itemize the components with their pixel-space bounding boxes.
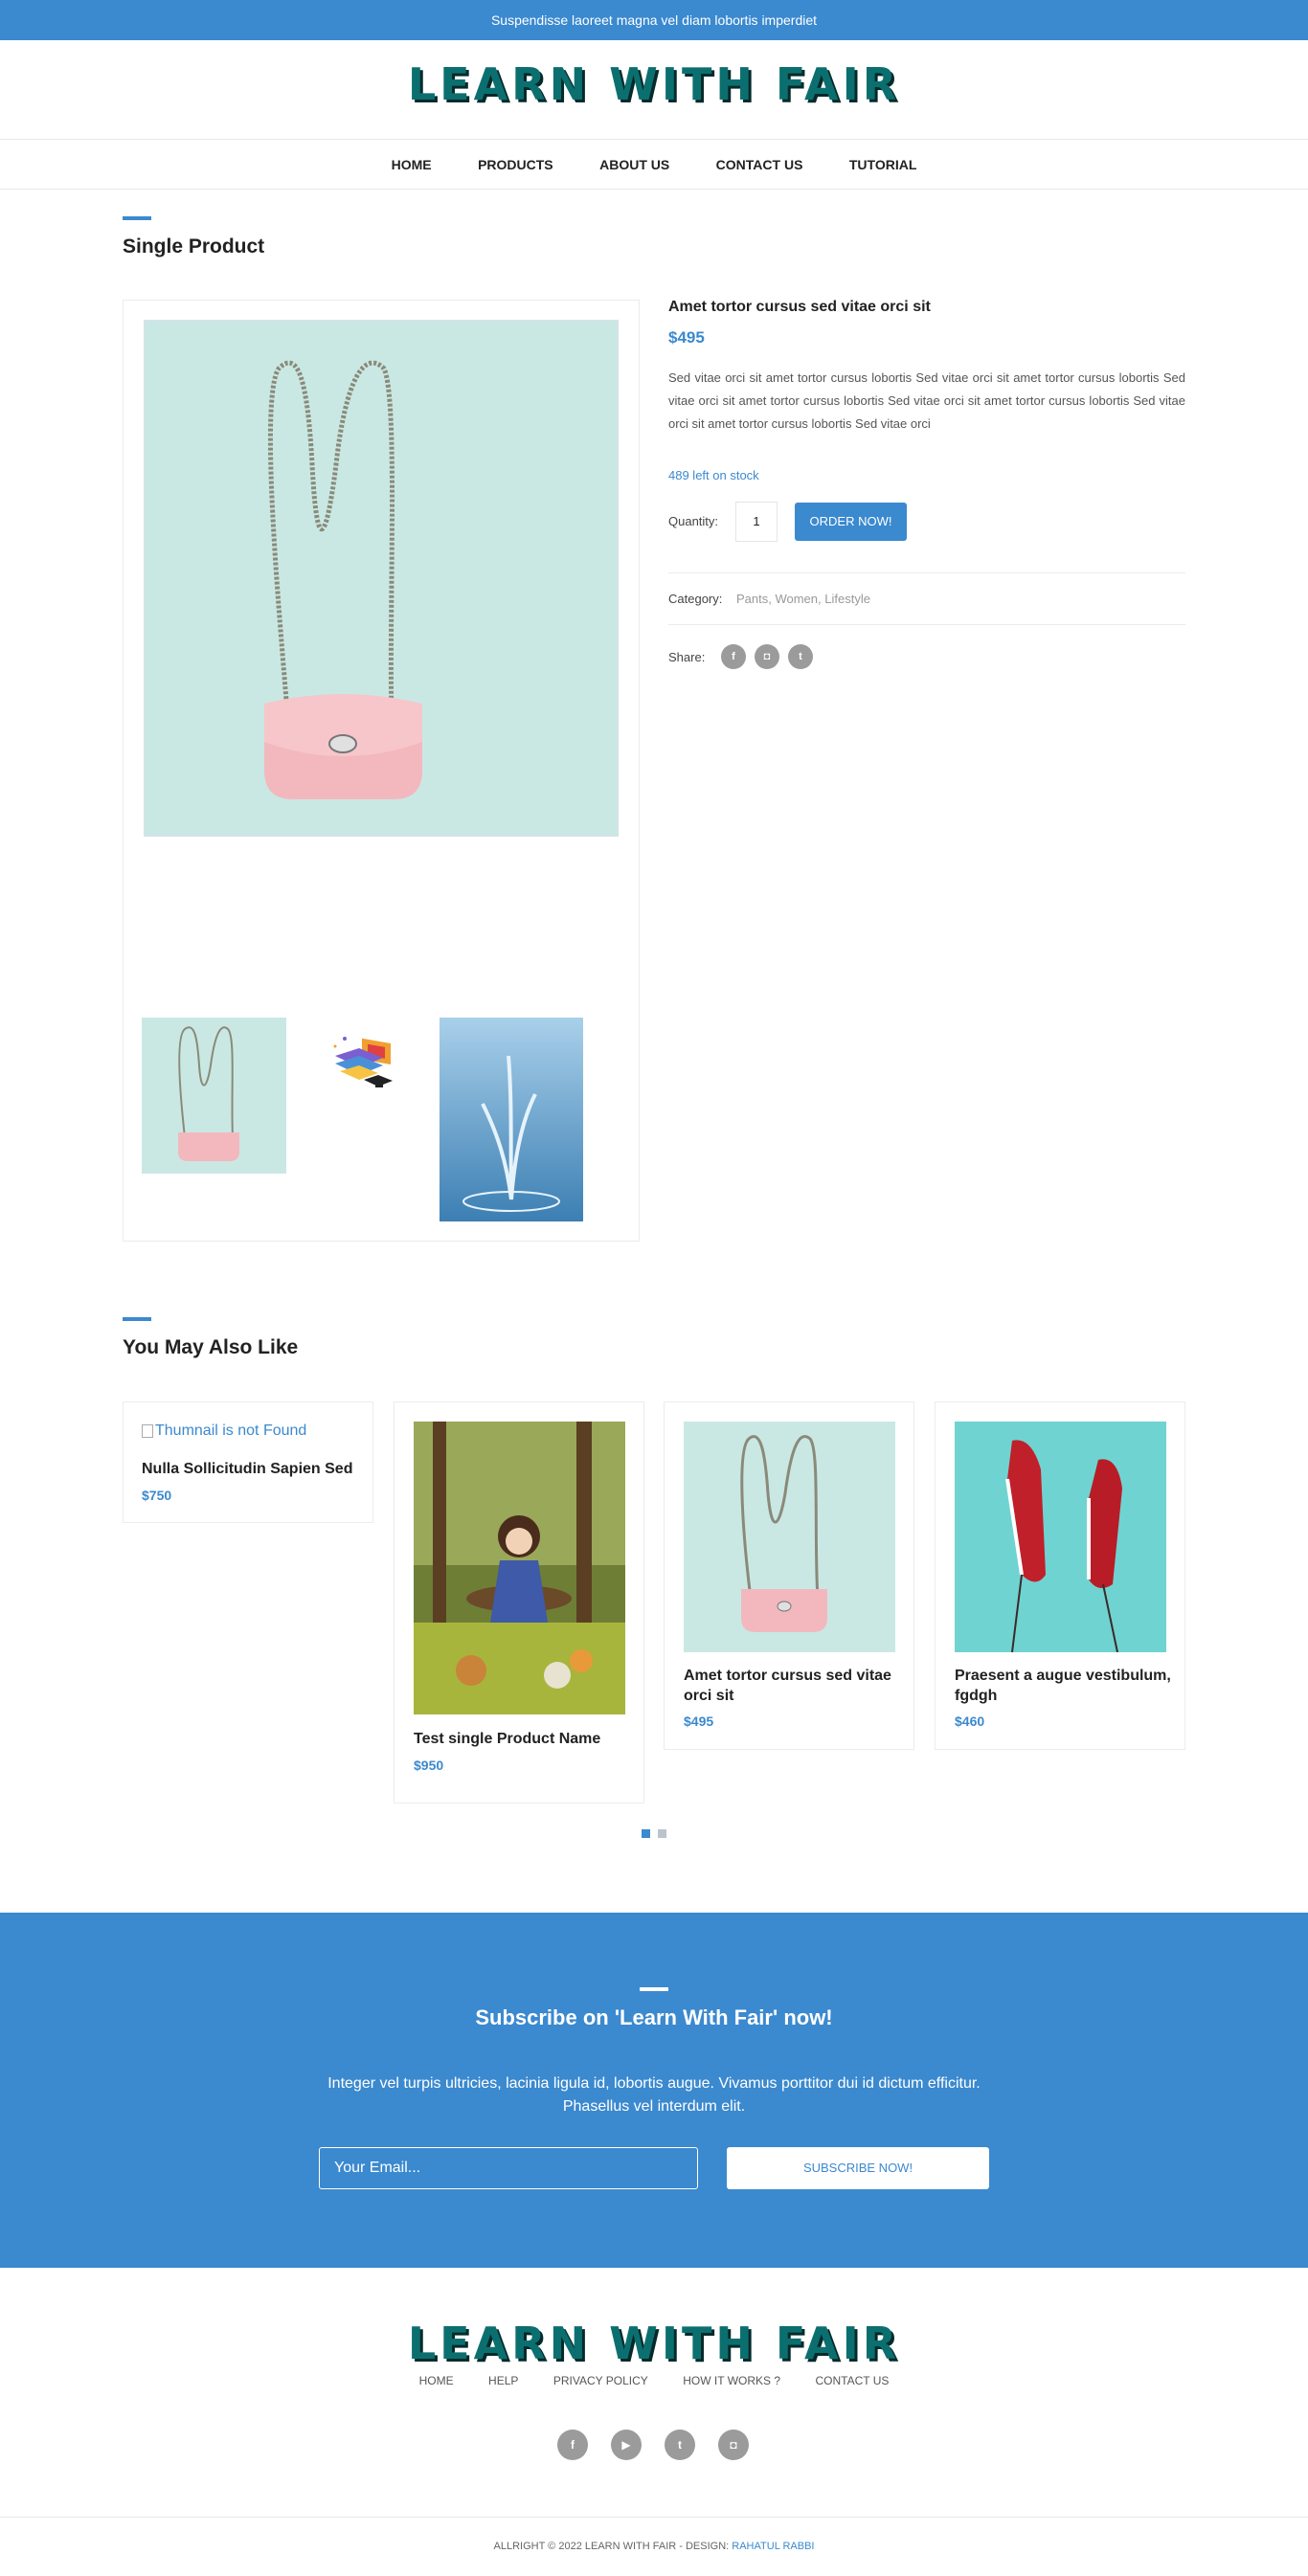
designer-link[interactable]: RAHATUL RABBI [732,2541,814,2552]
forest-girl-illustration [414,1422,625,1714]
subscribe-title: Subscribe on 'Learn With Fair' now! [475,2005,833,2029]
section-title-related: You May Also Like [123,1336,299,1358]
main-nav: HOME PRODUCTS ABOUT US CONTACT US TUTORI… [0,139,1308,190]
quantity-label: Quantity: [668,514,719,528]
gallery-thumb-2[interactable] [326,1027,402,1094]
bag-image-graphic [740,1435,827,1632]
related-product-price: $495 [684,1714,714,1729]
divider [668,624,1185,625]
copyright: ALLRIGHT © 2022 LEARN WITH FAIR - DESIGN… [0,2541,1308,2552]
facebook-icon[interactable]: f [721,644,746,669]
footer-link-privacy[interactable]: PRIVACY POLICY [553,2374,648,2387]
email-input[interactable]: Your Email... [319,2147,698,2189]
youtube-icon[interactable]: ▶ [611,2430,642,2460]
nav-about-us[interactable]: ABOUT US [599,140,669,190]
carousel-dot-1[interactable] [642,1829,650,1838]
instagram-icon[interactable]: ◘ [755,644,779,669]
nav-tutorial[interactable]: TUTORIAL [849,140,917,190]
instagram-icon[interactable]: ◘ [718,2430,749,2460]
section-accent-bar [123,1317,151,1321]
product-main-image[interactable] [144,320,619,837]
related-product-price: $750 [142,1488,172,1503]
related-product-price: $950 [414,1758,444,1773]
gallery-thumb-1[interactable] [142,1018,286,1174]
water-splash-graphic [440,1018,583,1221]
category-label: Category: [668,592,723,606]
stock-status: 489 left on stock [668,468,759,482]
category-links[interactable]: Pants, Women, Lifestyle [736,592,870,606]
twitter-icon[interactable]: t [665,2430,695,2460]
related-product-name[interactable]: Praesent a augue vestibulum, fgdgh [955,1666,1173,1706]
subscribe-button[interactable]: SUBSCRIBE NOW! [727,2147,989,2189]
section-title-single-product: Single Product [123,235,265,258]
subscribe-text: Integer vel turpis ultricies, lacinia li… [327,2075,981,2115]
footer-link-how-it-works[interactable]: HOW IT WORKS ? [683,2374,780,2387]
divider [668,572,1185,573]
related-product-image[interactable] [414,1422,625,1714]
carousel-dot-2[interactable] [658,1829,666,1838]
product-title: Amet tortor cursus sed vitae orci sit [668,299,931,315]
bag-thumb-graphic [178,1026,239,1161]
subscribe-section: Subscribe on 'Learn With Fair' now! Inte… [0,1913,1308,2268]
red-sneakers-graphic [955,1422,1166,1652]
facebook-icon[interactable]: f [557,2430,588,2460]
twitter-icon[interactable]: t [788,644,813,669]
product-description: Sed vitae orci sit amet tortor cursus lo… [668,370,1185,431]
nav-home[interactable]: HOME [392,140,432,190]
nav-products[interactable]: PRODUCTS [478,140,553,190]
section-accent-bar [640,1987,668,1991]
footer-divider [0,2517,1308,2518]
announcement-text: Suspendisse laoreet magna vel diam lobor… [490,12,818,28]
section-accent-bar [123,216,151,220]
related-product-image[interactable] [684,1422,895,1652]
education-illustration-icon [333,1037,393,1087]
site-logo[interactable]: LEARN WITH FAIR [0,56,1308,113]
broken-image-icon [142,1423,153,1438]
announcement-bar: Suspendisse laoreet magna vel diam lobor… [0,0,1308,40]
bag-image-graphic [145,321,618,836]
related-product-name[interactable]: Amet tortor cursus sed vitae orci sit [684,1666,902,1706]
footer-link-help[interactable]: HELP [488,2374,518,2387]
related-product-name[interactable]: Test single Product Name [414,1729,625,1749]
quantity-input[interactable]: 1 [735,502,778,542]
footer-logo[interactable]: LEARN WITH FAIR [0,2315,1308,2372]
footer-link-home[interactable]: HOME [419,2374,454,2387]
gallery-thumb-3[interactable] [440,1018,583,1221]
footer-links: HOME HELP PRIVACY POLICY HOW IT WORKS ? … [0,2372,1308,2389]
related-product-image[interactable] [955,1422,1166,1652]
related-product-name[interactable]: Nulla Sollicitudin Sapien Sed [142,1459,362,1479]
nav-contact-us[interactable]: CONTACT US [716,140,803,190]
product-price: $495 [668,328,705,347]
broken-image-alt[interactable]: Thumnail is not Found [142,1422,306,1440]
copyright-text: ALLRIGHT © 2022 LEARN WITH FAIR - DESIGN… [493,2541,730,2552]
order-now-button[interactable]: ORDER NOW! [795,503,907,541]
related-product-price: $460 [955,1714,985,1729]
share-label: Share: [668,650,706,664]
footer-link-contact[interactable]: CONTACT US [816,2374,890,2387]
